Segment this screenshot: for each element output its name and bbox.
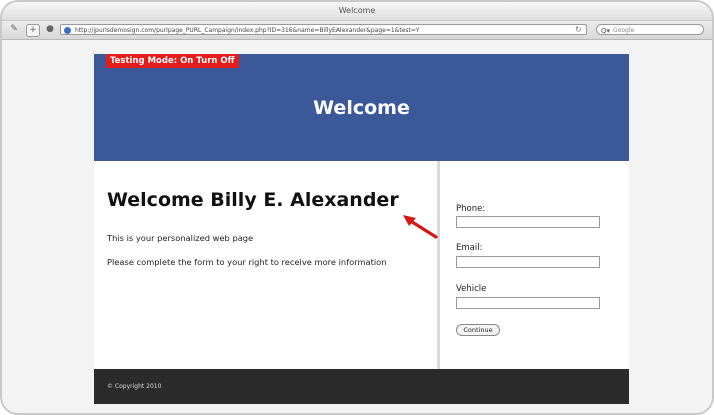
web-page: Testing Mode: On Turn Off Welcome Welcom…	[94, 54, 629, 404]
footer: © Copyright 2010	[94, 369, 629, 404]
globe-icon	[64, 27, 71, 34]
instruction-text: Please complete the form to your right t…	[107, 257, 387, 267]
copyright-text: © Copyright 2010	[107, 383, 162, 390]
email-label: Email:	[456, 243, 483, 253]
hero-banner: Testing Mode: On Turn Off Welcome	[94, 54, 629, 161]
search-placeholder: Google	[613, 27, 635, 34]
add-bookmark-icon[interactable]: +	[26, 24, 40, 37]
intro-text: This is your personalized web page	[107, 233, 254, 243]
reload-icon[interactable]: ↻	[575, 25, 582, 34]
browser-window: Welcome ✎ + ● http://jpurlsdemosign.com/…	[0, 0, 714, 415]
url-text: http://jpurlsdemosign.com/purlpage_PURL_…	[75, 27, 420, 34]
red-arrow-icon	[403, 215, 438, 239]
page-viewport: Testing Mode: On Turn Off Welcome Welcom…	[2, 40, 712, 413]
browser-toolbar: ✎ + ● http://jpurlsdemosign.com/purlpage…	[2, 21, 712, 40]
continue-button[interactable]: Continue	[456, 324, 500, 336]
search-icon: Q▾	[601, 27, 611, 35]
phone-label: Phone:	[456, 204, 486, 214]
bookmark-icon[interactable]: ✎	[8, 24, 20, 35]
phone-field[interactable]	[456, 216, 600, 228]
site-icon: ●	[46, 24, 54, 34]
vehicle-label: Vehicle	[456, 284, 487, 294]
vehicle-field[interactable]	[456, 297, 600, 309]
hero-title: Welcome	[313, 97, 410, 119]
welcome-heading: Welcome Billy E. Alexander	[107, 189, 399, 211]
main-content: Welcome Billy E. Alexander This is your …	[94, 161, 440, 369]
email-field[interactable]	[456, 256, 600, 268]
testing-mode-link[interactable]: Testing Mode: On Turn Off	[106, 54, 239, 68]
search-input[interactable]: Q▾ Google	[596, 24, 704, 35]
address-bar[interactable]: http://jpurlsdemosign.com/purlpage_PURL_…	[60, 24, 587, 35]
window-title: Welcome	[2, 2, 712, 21]
info-form: Phone: Email: Vehicle Continue	[456, 161, 616, 369]
